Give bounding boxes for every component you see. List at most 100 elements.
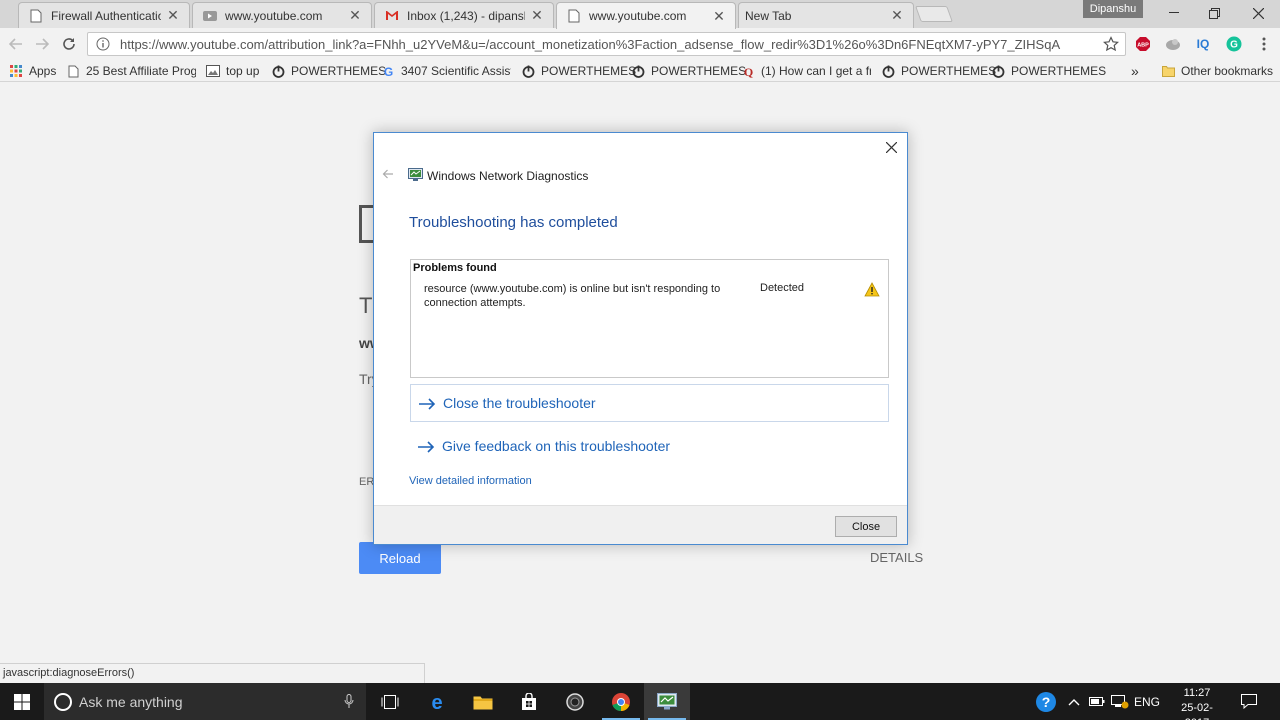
arrow-right-icon (418, 397, 436, 410)
bookmark-item[interactable]: 25 Best Affiliate Progr (66, 63, 196, 79)
network-diagnostics-taskbar-icon[interactable] (644, 683, 690, 720)
iq-extension-icon[interactable]: IQ (1195, 36, 1211, 52)
minimize-icon[interactable] (1152, 0, 1196, 26)
view-detailed-info-link[interactable]: View detailed information (409, 475, 532, 487)
cortana-search-box[interactable]: Ask me anything (44, 683, 366, 720)
action-center-icon[interactable] (1238, 683, 1260, 720)
power-icon (271, 64, 285, 78)
tab-title: www.youtube.com (589, 9, 687, 23)
close-icon[interactable] (883, 139, 899, 155)
power-icon (881, 64, 895, 78)
bookmark-label: POWERTHEMES (651, 64, 747, 78)
bookmarks-overflow-button[interactable]: » (1131, 63, 1139, 79)
chevron-up-icon[interactable] (1066, 683, 1082, 720)
problem-status: Detected (760, 282, 805, 294)
status-bar: javascript:diagnoseErrors() (0, 663, 425, 683)
command-label: Close the troubleshooter (443, 395, 596, 411)
other-bookmarks[interactable]: Other bookmarks (1161, 63, 1273, 79)
grammarly-icon[interactable]: G (1226, 36, 1242, 52)
bookmark-item[interactable]: POWERTHEMES (881, 63, 996, 79)
bookmark-item[interactable]: POWERTHEMES (991, 63, 1106, 79)
back-arrow-icon[interactable] (381, 167, 395, 181)
error-title: T (359, 293, 373, 318)
profile-button[interactable]: Dipanshu (1083, 0, 1143, 18)
edge-browser-icon[interactable]: e (414, 683, 460, 720)
close-window-icon[interactable] (1236, 0, 1280, 26)
dialog-app-title: Windows Network Diagnostics (427, 169, 589, 183)
bookmark-label: POWERTHEMES (1011, 64, 1107, 78)
google-icon: G (381, 64, 395, 78)
language-indicator[interactable]: ENG (1134, 683, 1160, 720)
info-icon[interactable] (96, 37, 110, 51)
bookmark-star-icon[interactable] (1103, 36, 1119, 52)
bookmark-item[interactable]: Q (1) How can I get a fre (741, 63, 871, 79)
file-explorer-icon[interactable] (460, 683, 506, 720)
tab-youtube[interactable]: www.youtube.com ✕ (192, 2, 372, 28)
tab-close-icon[interactable]: ✕ (889, 7, 905, 24)
address-bar[interactable]: https://www.youtube.com/attribution_link… (87, 32, 1126, 56)
tab-gmail-inbox[interactable]: Inbox (1,243) - dipanshu ✕ (374, 2, 554, 28)
close-button[interactable]: Close (835, 516, 897, 537)
tab-close-icon[interactable]: ✕ (347, 7, 363, 24)
bookmark-item[interactable]: G 3407 Scientific Assista (381, 63, 511, 79)
bookmark-label: top up (226, 64, 260, 78)
tab-close-icon[interactable]: ✕ (711, 8, 727, 24)
dialog-footer: Close (374, 505, 907, 544)
windows-start-icon[interactable] (0, 683, 44, 720)
tab-firewall-auth[interactable]: Firewall Authentication K ✕ (18, 2, 190, 28)
tab-youtube-active[interactable]: www.youtube.com ✕ (556, 2, 736, 29)
apps-shortcut[interactable]: Apps (9, 63, 56, 79)
tab-title: Firewall Authentication K (51, 8, 161, 23)
adblock-plus-icon[interactable]: ABP (1135, 36, 1151, 52)
document-icon (567, 9, 581, 23)
tab-new-tab[interactable]: New Tab ✕ (738, 2, 914, 28)
image-icon (206, 64, 220, 78)
taskbar: Ask me anything e ? ENG 11:27 25-02-2017 (0, 683, 1280, 720)
menu-kebab-icon[interactable] (1256, 36, 1272, 52)
svg-text:G: G (383, 65, 392, 78)
camera-app-icon[interactable] (552, 683, 598, 720)
restore-icon[interactable] (1192, 0, 1236, 26)
task-view-icon[interactable] (367, 683, 413, 720)
command-label: Give feedback on this troubleshooter (442, 438, 671, 454)
give-feedback-command[interactable]: Give feedback on this troubleshooter (410, 427, 889, 465)
reload-button[interactable]: Reload (359, 542, 441, 574)
bookmark-label: 25 Best Affiliate Progr (86, 64, 196, 78)
clock-date: 25-02-2017 (1181, 702, 1213, 720)
bookmark-label: Other bookmarks (1181, 64, 1274, 78)
power-icon (631, 64, 645, 78)
bookmark-item[interactable]: top up (206, 63, 259, 79)
youtube-icon (203, 9, 217, 23)
tab-close-icon[interactable]: ✕ (165, 7, 181, 24)
reload-icon[interactable] (59, 34, 79, 54)
network-icon[interactable] (1110, 683, 1130, 720)
battery-icon[interactable] (1088, 683, 1106, 720)
gmail-icon (385, 9, 399, 23)
network-diagnostics-icon (408, 168, 423, 181)
problem-description[interactable]: resource (www.youtube.com) is online but… (424, 282, 744, 310)
tab-title: www.youtube.com (225, 8, 323, 23)
back-arrow-icon[interactable] (6, 34, 26, 54)
details-button[interactable]: DETAILS (870, 550, 923, 565)
close-troubleshooter-command[interactable]: Close the troubleshooter (410, 384, 889, 422)
search-placeholder: Ask me anything (79, 693, 183, 710)
system-clock[interactable]: 11:27 25-02-2017 (1172, 686, 1222, 720)
tab-close-icon[interactable]: ✕ (529, 7, 545, 24)
microphone-icon[interactable] (344, 694, 354, 709)
network-diagnostics-dialog: Windows Network Diagnostics Troubleshoot… (373, 132, 908, 545)
store-icon[interactable] (506, 683, 552, 720)
bookmark-label: POWERTHEMES (291, 64, 387, 78)
svg-text:e: e (431, 692, 442, 712)
new-tab-button[interactable] (915, 6, 953, 22)
warning-icon (864, 282, 880, 297)
bookmark-item[interactable]: POWERTHEMES (271, 63, 386, 79)
bookmark-item[interactable]: POWERTHEMES (521, 63, 636, 79)
extension-gray-icon[interactable] (1165, 36, 1181, 52)
forward-arrow-icon[interactable] (32, 34, 52, 54)
chrome-icon[interactable] (598, 683, 644, 720)
power-icon (991, 64, 1005, 78)
bookmark-item[interactable]: POWERTHEMES (631, 63, 746, 79)
problems-header: Problems found (413, 262, 497, 274)
help-icon[interactable]: ? (1034, 683, 1058, 720)
arrow-right-icon (417, 440, 435, 453)
